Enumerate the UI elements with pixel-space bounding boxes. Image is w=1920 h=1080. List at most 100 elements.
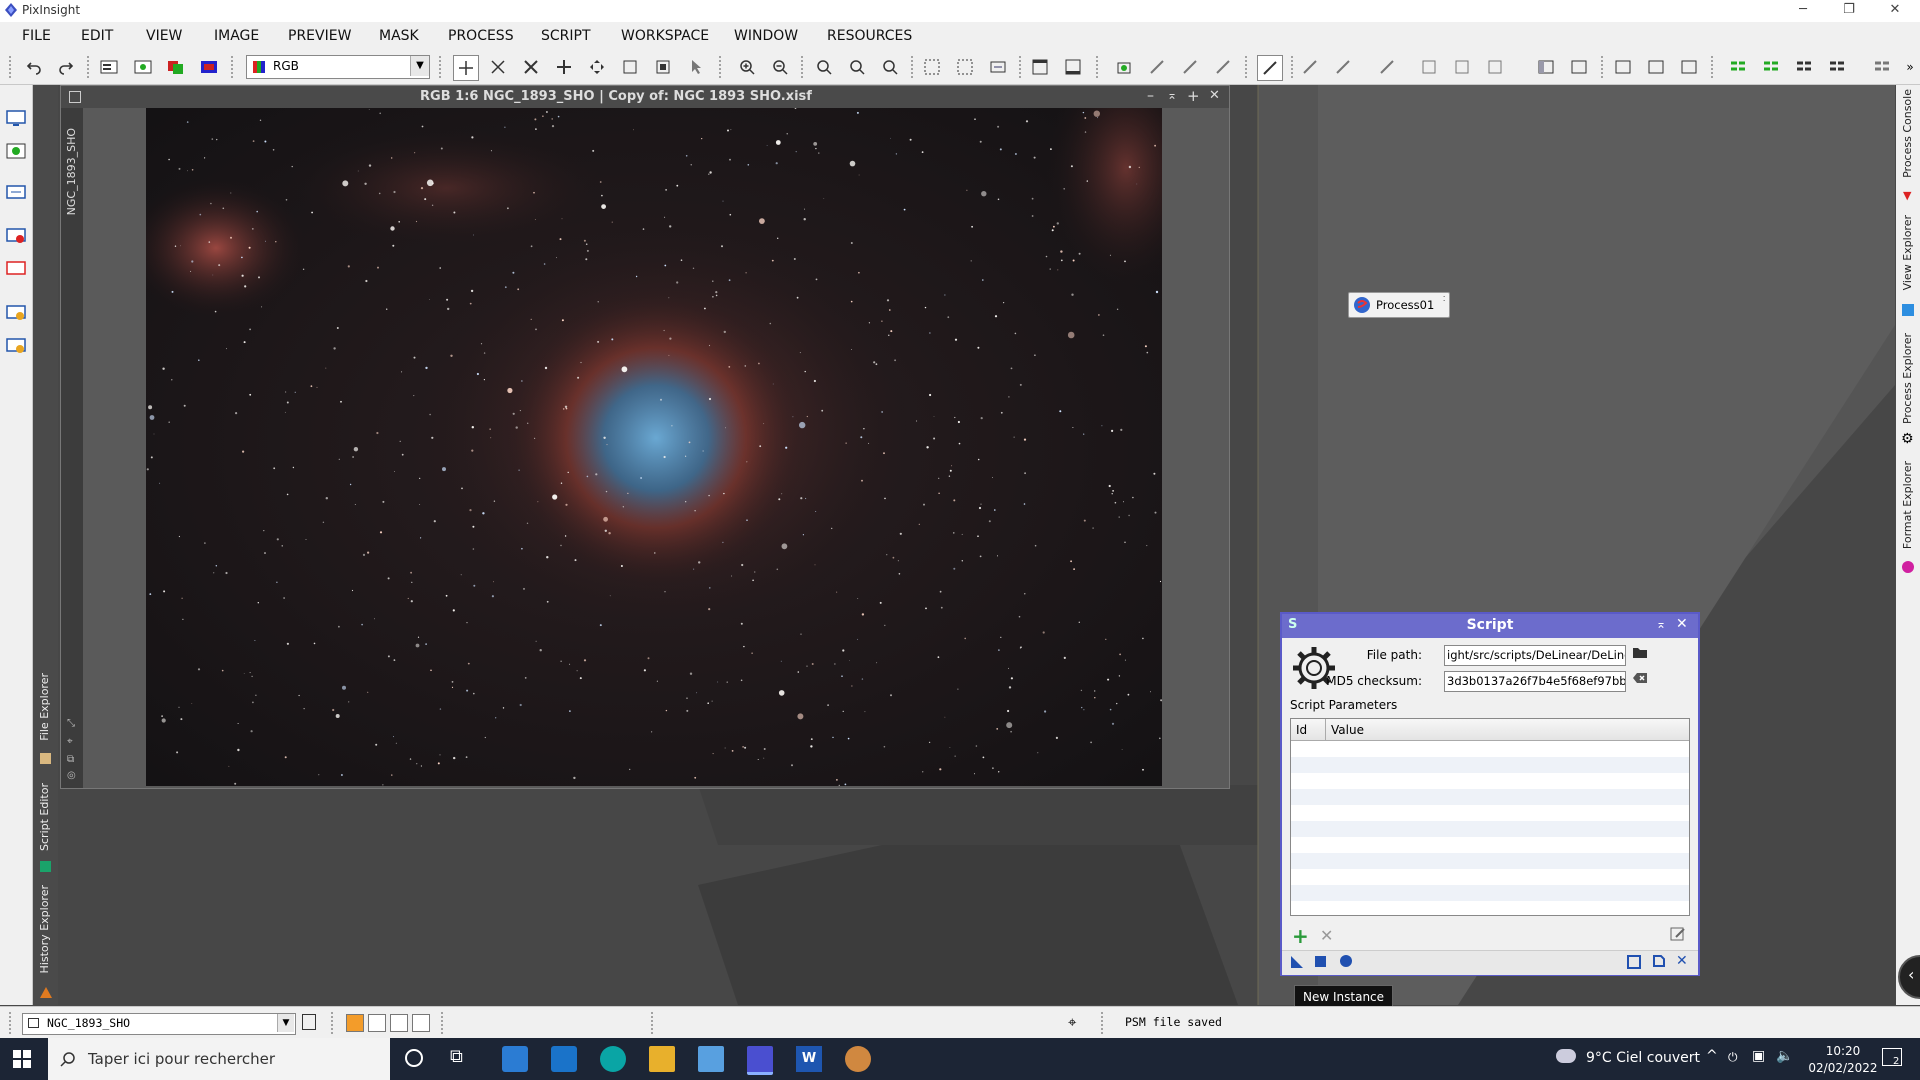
md5-field[interactable]: 3d3b0137a26f7b4e5f68ef97bbfd05b0 — [1444, 671, 1626, 692]
menu-view[interactable]: VIEW — [146, 28, 182, 44]
blue-channel-button[interactable] — [412, 1014, 430, 1032]
file-path-field[interactable]: ight/src/scripts/DeLinear/DeLinear.js — [1444, 645, 1626, 666]
clock-time[interactable]: 10:20 — [1816, 1044, 1870, 1058]
script-dialog-header[interactable]: S Script ⌅ ✕ — [1282, 614, 1698, 638]
close-icon[interactable]: ✕ — [1676, 616, 1688, 632]
workspace-2-icon[interactable] — [1061, 55, 1085, 79]
zoom-1-1-icon[interactable] — [812, 55, 836, 79]
preview-list-icon[interactable] — [1611, 55, 1635, 79]
task-view-icon[interactable]: ⧉ — [450, 1046, 476, 1072]
reset-icon[interactable]: ✕ — [1676, 953, 1688, 969]
store-icon[interactable] — [502, 1046, 528, 1072]
edge-icon[interactable] — [600, 1046, 626, 1072]
iconize-icon[interactable]: ⌅ — [1167, 88, 1177, 102]
workspace-1-icon[interactable] — [1028, 55, 1052, 79]
screen-info-icon[interactable] — [5, 302, 27, 324]
workspace-grid-4-icon[interactable] — [1825, 55, 1849, 79]
maximize-icon[interactable]: + — [1187, 87, 1200, 105]
new-instance-icon[interactable] — [1290, 955, 1304, 973]
zoom-window-icon[interactable] — [878, 55, 902, 79]
apply-icon[interactable] — [1315, 956, 1326, 967]
rgb-channel-button[interactable] — [346, 1014, 364, 1032]
minimize-icon[interactable]: ─ — [1780, 0, 1826, 22]
screen-view-icon[interactable] — [5, 107, 27, 129]
image-container-icon[interactable] — [5, 140, 27, 162]
menu-window[interactable]: WINDOW — [734, 28, 798, 44]
preview-store-icon[interactable] — [1644, 55, 1668, 79]
menu-script[interactable]: SCRIPT — [541, 28, 591, 44]
folder-icon[interactable] — [1632, 644, 1652, 664]
tab-format-explorer[interactable]: Format Explorer — [1901, 461, 1914, 549]
mask-show-icon[interactable] — [1145, 55, 1169, 79]
view-id-label[interactable]: NGC_1893_SHO — [65, 128, 78, 215]
clock-date[interactable]: 02/02/2022 — [1808, 1061, 1878, 1075]
image-window-title-bar[interactable]: RGB 1:6 NGC_1893_SHO | Copy of: NGC 1893… — [61, 86, 1229, 108]
process-icon[interactable]: Process01 ⁚ — [1348, 292, 1450, 318]
screen-process-icon[interactable] — [5, 182, 27, 204]
view-selector[interactable]: NGC_1893_SHO ▼ — [22, 1013, 296, 1035]
cascade-windows-icon[interactable] — [953, 55, 977, 79]
center-view-icon[interactable] — [585, 55, 609, 79]
close-icon[interactable]: ✕ — [1209, 88, 1220, 103]
paint-icon[interactable] — [845, 1046, 871, 1072]
redo-icon[interactable] — [54, 55, 78, 79]
word-icon[interactable]: W — [796, 1046, 822, 1072]
arrange-icons-icon[interactable] — [986, 55, 1010, 79]
zoom-in-icon[interactable] — [735, 55, 759, 79]
mask-enable-icon[interactable] — [1112, 55, 1136, 79]
windows-start-icon[interactable] — [13, 1050, 31, 1068]
network-icon[interactable]: ▣ — [1752, 1048, 1765, 1064]
screen-settings-icon[interactable] — [5, 335, 27, 357]
extract-channels-icon[interactable] — [197, 55, 221, 79]
tile-windows-icon[interactable] — [920, 55, 944, 79]
nebula-image[interactable] — [126, 48, 1206, 787]
taskbar-search[interactable]: Taper ici pour rechercher — [48, 1038, 390, 1080]
mask-remove-icon[interactable] — [1211, 55, 1235, 79]
menu-file[interactable]: FILE — [22, 28, 51, 44]
fit-view-icon[interactable] — [519, 55, 543, 79]
column-id[interactable]: Id — [1291, 719, 1326, 741]
workspace-grid-1-icon[interactable] — [1726, 55, 1750, 79]
clear-icon[interactable] — [1632, 670, 1652, 690]
preview-icon[interactable] — [1627, 955, 1641, 969]
preview-restore-icon[interactable] — [1677, 55, 1701, 79]
menu-resources[interactable]: RESOURCES — [827, 28, 912, 44]
tab-process-explorer[interactable]: Process Explorer — [1901, 333, 1914, 424]
settings-icon[interactable]: ◎ — [67, 770, 76, 781]
zoom-fit-icon[interactable] — [486, 55, 510, 79]
close-icon[interactable]: ✕ — [1872, 0, 1918, 22]
restore-icon[interactable]: ❐ — [1826, 0, 1872, 22]
weather-icon[interactable] — [1556, 1049, 1576, 1063]
clone-image-icon[interactable] — [164, 55, 188, 79]
stf-auto-icon[interactable] — [1298, 55, 1322, 79]
readout-2-icon[interactable] — [1450, 55, 1474, 79]
process-icon-handle[interactable]: ⁚ — [1443, 295, 1445, 303]
edit-icon[interactable] — [1670, 926, 1686, 942]
script-dialog[interactable]: S Script ⌅ ✕ File path: ight/src/scripts… — [1280, 612, 1700, 976]
chevron-up-icon[interactable]: ^ — [1706, 1048, 1718, 1064]
shade-icon[interactable]: – — [1147, 88, 1154, 104]
menu-image[interactable]: IMAGE — [214, 28, 259, 44]
mask-invert-icon[interactable] — [1178, 55, 1202, 79]
mail-icon[interactable] — [551, 1046, 577, 1072]
menu-mask[interactable]: MASK — [379, 28, 419, 44]
app-icon[interactable] — [698, 1046, 724, 1072]
panel-grid-icon[interactable] — [1567, 55, 1591, 79]
panel-left-icon[interactable] — [1534, 55, 1558, 79]
file-explorer-icon[interactable] — [649, 1046, 675, 1072]
undo-icon[interactable] — [22, 55, 46, 79]
stf-track-icon[interactable] — [1257, 55, 1283, 81]
stf-edit-icon[interactable] — [1375, 55, 1399, 79]
script-parameters-table[interactable]: Id Value — [1290, 718, 1690, 916]
preview-mode-icon[interactable] — [618, 55, 642, 79]
stf-reset-icon[interactable] — [1331, 55, 1355, 79]
green-channel-button[interactable] — [390, 1014, 408, 1032]
shade-icon[interactable]: ⌅ — [1656, 617, 1666, 631]
new-image-icon[interactable] — [131, 55, 155, 79]
chevron-down-icon[interactable]: ▼ — [277, 1014, 294, 1032]
readout-3-icon[interactable] — [1483, 55, 1507, 79]
documentation-icon[interactable] — [1652, 954, 1666, 972]
remove-parameter-icon[interactable]: ✕ — [1320, 926, 1333, 945]
volume-icon[interactable]: 🔈 — [1776, 1048, 1793, 1064]
tab-process-console[interactable]: Process Console — [1901, 89, 1914, 178]
